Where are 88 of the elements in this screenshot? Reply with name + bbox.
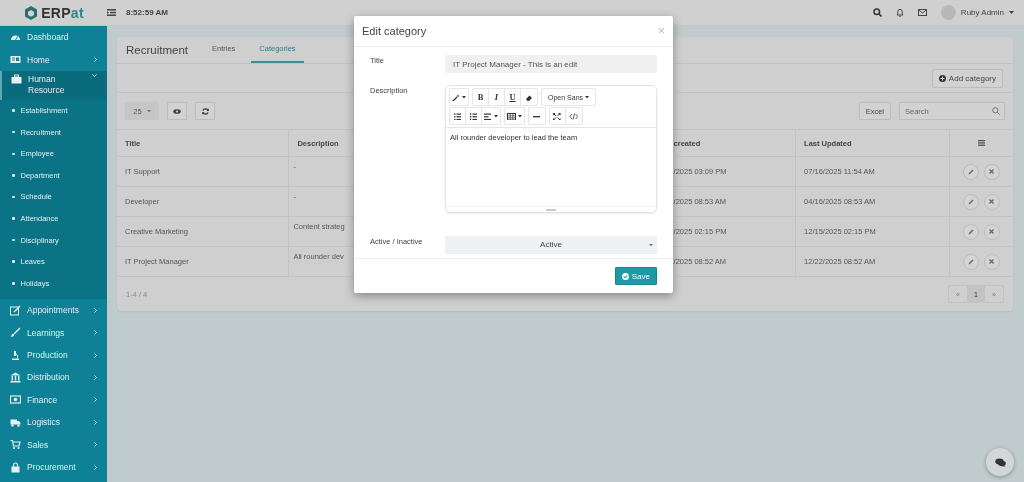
briefcase-icon [11,73,22,85]
eraser-icon [525,93,533,102]
plus-circle-icon [938,74,946,82]
chevron-right-icon [94,419,97,425]
sidebar-item[interactable]: Production [0,343,107,367]
caret-icon [517,115,522,118]
check-circle-icon [621,272,629,280]
bullet-icon [12,174,15,177]
search-icon[interactable] [872,8,882,17]
chat-button[interactable] [986,448,1014,476]
title-field[interactable]: IT Project Manager - This is an edit [445,55,657,73]
caret-icon [146,109,151,113]
format-button[interactable]: B [473,89,489,106]
dialog-title: Edit category [362,25,427,37]
add-category-button[interactable]: Add category [931,68,1003,88]
chevron-right-icon [94,397,97,403]
refresh-icon [201,107,209,115]
align-icon [484,112,492,121]
pencil-icon [967,168,974,175]
sidebar-item[interactable]: Learnings [0,321,107,344]
eye-icon [173,108,181,114]
bullet-icon [12,217,15,220]
sidebar-item[interactable]: Appointments [0,299,107,322]
status-select[interactable]: Active [445,235,657,254]
caret-icon [585,96,590,99]
sidebar-item[interactable]: Procurement [0,455,107,479]
sidebar-item[interactable]: Logistics [0,411,107,434]
refresh-button[interactable] [195,102,215,120]
logo-text: ERPat [41,4,84,21]
close-icon [989,169,995,174]
lock-icon [10,461,21,473]
money-icon [10,394,21,406]
chevron-right-icon [94,464,97,470]
close-icon [989,229,995,234]
format-button[interactable]: U [505,89,521,106]
microscope-icon [10,349,21,361]
brush-icon [10,327,21,339]
caret-icon [649,243,653,247]
caret-icon [493,115,498,118]
chevron-right-icon [94,442,97,448]
chevron-right-icon [94,307,97,313]
code-icon [568,112,579,121]
bullet-icon [12,130,15,134]
id-card-icon [10,54,21,66]
pencil-icon [967,198,974,205]
sidebar-item[interactable]: Sales [0,433,107,456]
bullet-icon [12,260,15,263]
menu-icon[interactable] [977,139,985,146]
visibility-button[interactable] [167,102,187,120]
bullet-icon [12,282,15,285]
sidebar-item[interactable]: Home [0,48,107,71]
menu-icon[interactable] [107,9,116,16]
search-icon [992,107,1000,115]
bullet-icon [12,238,15,242]
chevron-right-icon [94,57,97,63]
save-button[interactable]: Save [614,267,657,285]
caret-icon[interactable] [1009,11,1014,14]
clock-time: 8:52:59 AM [126,8,168,17]
numbered-list-icon [469,112,478,121]
chevron-right-icon [94,330,97,336]
pencil-icon [967,258,974,265]
bullet-icon [12,195,15,199]
bank-icon [10,372,21,383]
format-button[interactable]: I [489,89,505,106]
cart-icon [10,439,21,451]
expand-icon [553,112,561,121]
table-icon [506,112,516,121]
edit-icon [10,304,21,316]
page-title: Recruitment [126,44,188,56]
bullet-icon [12,109,15,112]
sidebar-item[interactable]: Human Resource [0,70,107,100]
close-icon [989,199,995,204]
sidebar-item[interactable]: Dashboard [0,26,107,49]
envelope-icon[interactable] [917,9,927,16]
logo-icon [23,4,40,21]
chevron-right-icon [94,352,97,358]
user-name[interactable]: Ruby Admin [960,8,1004,17]
chat-bubbles-icon [994,457,1006,467]
bullet-icon [12,152,15,155]
chevron-right-icon [94,375,97,380]
sidebar-item[interactable]: Finance [0,388,107,412]
bullet-list-icon [453,112,462,121]
caret-icon [462,96,466,99]
bell-icon[interactable] [895,8,904,17]
pencil-icon [967,228,974,235]
sidebar-item[interactable]: Distribution [0,366,107,389]
close-icon [989,259,995,264]
chevron-down-icon [92,73,97,77]
